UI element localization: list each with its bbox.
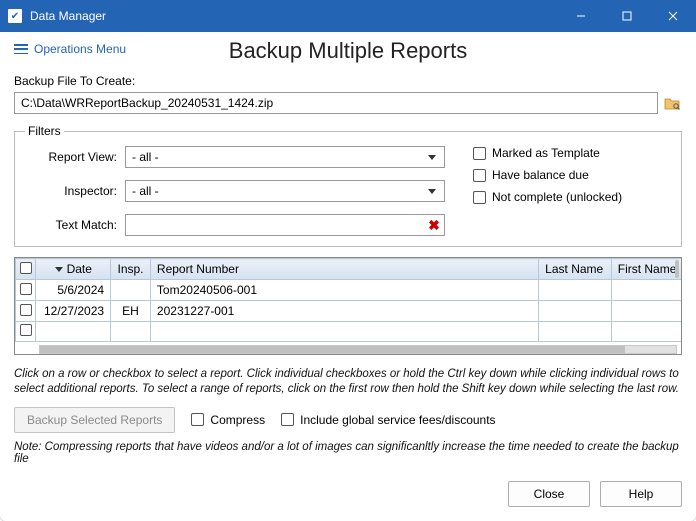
report-view-dropdown[interactable]: - all - — [125, 146, 445, 168]
col-report-number[interactable]: Report Number — [150, 259, 538, 280]
help-button[interactable]: Help — [600, 481, 682, 507]
reports-grid: Date Insp. Report Number Last Name First… — [14, 257, 682, 355]
app-icon: ✔ — [8, 9, 22, 23]
sort-desc-icon — [55, 267, 63, 272]
report-view-label: Report View: — [25, 150, 125, 164]
have-balance-label: Have balance due — [492, 168, 589, 182]
marked-template-checkbox[interactable]: Marked as Template — [473, 146, 622, 160]
not-complete-label: Not complete (unlocked) — [492, 190, 622, 204]
compress-checkbox[interactable]: Compress — [191, 413, 265, 427]
table-row[interactable]: 12/27/2023 EH 20231227-001 — [16, 301, 683, 322]
grid-vertical-scrollbar[interactable] — [675, 260, 679, 278]
instruction-text: Click on a row or checkbox to select a r… — [14, 367, 682, 397]
not-complete-checkbox[interactable]: Not complete (unlocked) — [473, 190, 622, 204]
backup-file-input[interactable] — [14, 92, 658, 114]
col-first-name[interactable]: First Name — [611, 259, 682, 280]
compress-label: Compress — [210, 413, 265, 427]
hamburger-icon — [14, 44, 28, 54]
clear-text-match-icon[interactable]: ✖ — [424, 217, 444, 234]
row-checkbox[interactable] — [20, 324, 32, 336]
filters-group: Filters Report View: - all - Inspector: … — [14, 124, 682, 247]
titlebar: ✔ Data Manager — [0, 0, 696, 32]
backup-file-label: Backup File To Create: — [14, 74, 682, 88]
row-checkbox[interactable] — [20, 283, 32, 295]
col-date[interactable]: Date — [36, 259, 111, 280]
col-insp[interactable]: Insp. — [111, 259, 151, 280]
marked-template-label: Marked as Template — [492, 146, 600, 160]
compress-note: Note: Compressing reports that have vide… — [14, 441, 682, 465]
inspector-value: - all - — [132, 184, 159, 198]
window-title: Data Manager — [30, 9, 558, 23]
grid-horizontal-scrollbar[interactable] — [39, 345, 677, 354]
minimize-button[interactable] — [558, 0, 604, 32]
report-view-value: - all - — [132, 150, 159, 164]
have-balance-checkbox[interactable]: Have balance due — [473, 168, 622, 182]
table-row[interactable] — [16, 322, 683, 342]
backup-selected-button[interactable]: Backup Selected Reports — [14, 407, 175, 433]
include-fees-label: Include global service fees/discounts — [300, 413, 495, 427]
include-fees-checkbox[interactable]: Include global service fees/discounts — [281, 413, 495, 427]
operations-menu-label: Operations Menu — [34, 42, 126, 56]
table-row[interactable]: 5/6/2024 Tom20240506-001 — [16, 280, 683, 301]
text-match-input[interactable] — [126, 215, 424, 235]
select-all-checkbox[interactable] — [16, 259, 36, 280]
inspector-dropdown[interactable]: - all - — [125, 180, 445, 202]
maximize-button[interactable] — [604, 0, 650, 32]
close-dialog-button[interactable]: Close — [508, 481, 590, 507]
col-last-name[interactable]: Last Name — [539, 259, 612, 280]
inspector-label: Inspector: — [25, 184, 125, 198]
filters-legend: Filters — [25, 124, 64, 138]
row-checkbox[interactable] — [20, 304, 32, 316]
operations-menu[interactable]: Operations Menu — [14, 42, 126, 56]
text-match-label: Text Match: — [25, 218, 125, 232]
close-button[interactable] — [650, 0, 696, 32]
browse-folder-button[interactable] — [662, 93, 682, 113]
